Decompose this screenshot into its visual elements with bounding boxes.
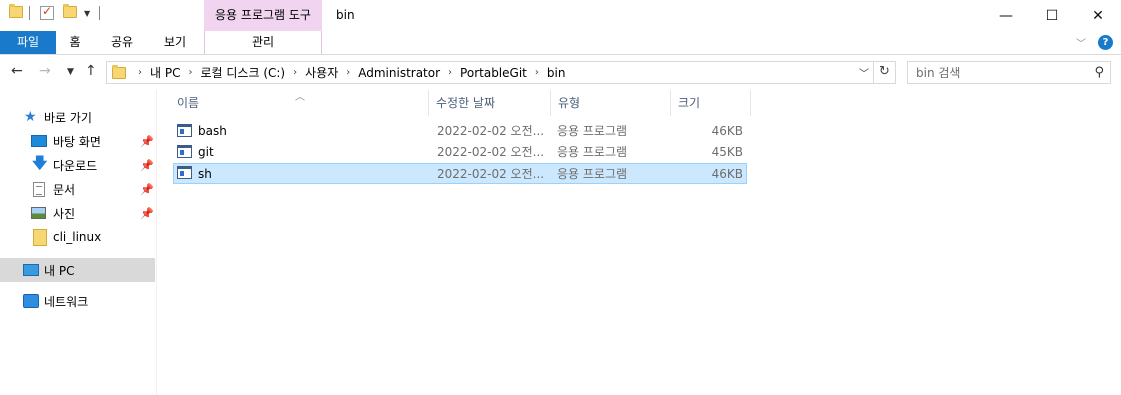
nav-item-downloads[interactable]: 🡇 다운로드 📌 [0, 153, 155, 177]
application-icon [177, 124, 192, 137]
chevron-right-icon[interactable]: › [346, 67, 350, 78]
download-icon: 🡇 [32, 153, 48, 172]
pin-icon: 📌 [140, 158, 154, 172]
quick-access-separator [99, 6, 100, 20]
chevron-down-icon[interactable]: ﹀ [859, 65, 869, 80]
breadcrumb-item[interactable]: PortableGit [460, 66, 527, 80]
file-size: 46KB [711, 124, 743, 138]
nav-item-label: 바로 가기 [44, 110, 92, 125]
file-size: 45KB [711, 145, 743, 159]
nav-item-pictures[interactable]: 사진 📌 [0, 201, 155, 225]
file-name: git [198, 145, 214, 159]
nav-item-label: 다운로드 [53, 158, 98, 173]
file-type: 응용 프로그램 [557, 167, 628, 181]
forward-button[interactable]: → [39, 63, 51, 79]
nav-item-label: 네트워크 [44, 294, 89, 309]
chevron-right-icon[interactable]: › [535, 67, 539, 78]
chevron-right-icon[interactable]: › [188, 67, 192, 78]
tab-home[interactable]: 홈 [62, 31, 88, 54]
nav-item-label: 사진 [53, 206, 76, 221]
expand-ribbon-icon[interactable]: ﹀ [1076, 35, 1086, 50]
customize-dropdown-icon[interactable]: ▼ [84, 9, 90, 18]
title-bar: ▼ 응용 프로그램 도구 bin — ☐ ✕ [0, 0, 1121, 31]
network-icon [23, 294, 39, 308]
breadcrumb-item[interactable]: 내 PC [150, 64, 180, 81]
nav-item-label: cli_linux [53, 230, 102, 244]
file-name: bash [198, 124, 227, 138]
file-modified: 2022-02-02 오전... [437, 124, 545, 138]
nav-item-quick-access[interactable]: ★ 바로 가기 [0, 105, 155, 129]
application-icon [177, 166, 192, 179]
file-name: sh [198, 167, 212, 181]
pc-icon [23, 264, 39, 276]
window-title: bin [336, 8, 355, 22]
file-size: 46KB [711, 167, 743, 181]
back-button[interactable]: ← [11, 63, 23, 79]
column-header-type[interactable]: 유형 [552, 90, 671, 116]
nav-item-label: 바탕 화면 [53, 134, 101, 149]
folder-icon [33, 228, 47, 246]
application-icon [177, 145, 192, 158]
nav-item-label: 문서 [53, 182, 76, 197]
tab-manage[interactable]: 관리 [204, 31, 322, 54]
nav-item-this-pc[interactable]: 내 PC [0, 258, 155, 282]
contextual-tab-group: 응용 프로그램 도구 [204, 0, 322, 31]
chevron-right-icon[interactable]: › [448, 67, 452, 78]
new-folder-icon[interactable] [63, 4, 77, 18]
address-bar[interactable]: › 내 PC › 로컬 디스크 (C:) › 사용자 › Administrat… [106, 61, 896, 84]
folder-icon [112, 64, 126, 79]
folder-icon [9, 4, 23, 18]
tab-share[interactable]: 공유 [104, 31, 140, 54]
breadcrumb-item[interactable]: bin [547, 66, 566, 80]
search-input[interactable] [916, 62, 1086, 83]
desktop-icon [31, 135, 47, 147]
recent-locations-icon[interactable]: ▼ [67, 67, 74, 77]
pictures-icon [31, 207, 46, 219]
chevron-right-icon[interactable]: › [293, 67, 297, 78]
refresh-icon[interactable]: ↻ [873, 62, 895, 83]
nav-item-desktop[interactable]: 바탕 화면 📌 [0, 129, 155, 153]
column-header-name[interactable]: 이름 [171, 90, 429, 116]
chevron-right-icon[interactable]: › [138, 67, 142, 78]
search-box[interactable]: ⚲ [907, 61, 1111, 84]
file-row-git[interactable]: git 2022-02-02 오전... 응용 프로그램 45KB [173, 142, 747, 163]
ribbon-tabs: 파일 홈 공유 보기 관리 ﹀ ? [0, 31, 1121, 55]
minimize-button[interactable]: — [983, 0, 1029, 31]
close-button[interactable]: ✕ [1075, 0, 1121, 31]
nav-item-network[interactable]: 네트워크 [0, 289, 155, 313]
navigation-pane: ★ 바로 가기 바탕 화면 📌 🡇 다운로드 📌 문서 📌 사진 📌 cli_l… [0, 90, 157, 395]
breadcrumb-item[interactable]: Administrator [358, 66, 440, 80]
maximize-button[interactable]: ☐ [1029, 0, 1075, 31]
file-row-bash[interactable]: bash 2022-02-02 오전... 응용 프로그램 46KB [173, 121, 747, 142]
breadcrumb-item[interactable]: 사용자 [305, 64, 338, 81]
file-type: 응용 프로그램 [557, 124, 628, 138]
file-type: 응용 프로그램 [557, 145, 628, 159]
file-list: ︿ 이름 수정한 날짜 유형 크기 bash 2022-02-02 오전... … [158, 90, 1121, 395]
tab-file[interactable]: 파일 [0, 31, 56, 54]
pin-icon: 📌 [140, 206, 154, 220]
pin-icon: 📌 [140, 134, 154, 148]
up-button[interactable]: ↑ [85, 63, 97, 79]
column-header-size[interactable]: 크기 [672, 90, 751, 116]
star-icon: ★ [24, 109, 37, 125]
nav-item-documents[interactable]: 문서 📌 [0, 177, 155, 201]
quick-access-separator [29, 6, 30, 20]
file-row-sh[interactable]: sh 2022-02-02 오전... 응용 프로그램 46KB [173, 163, 747, 184]
help-icon[interactable]: ? [1098, 35, 1113, 50]
column-header-modified[interactable]: 수정한 날짜 [430, 90, 551, 116]
tab-view[interactable]: 보기 [157, 31, 193, 54]
file-modified: 2022-02-02 오전... [437, 167, 545, 181]
pin-icon: 📌 [140, 182, 154, 196]
search-icon[interactable]: ⚲ [1094, 65, 1104, 80]
properties-icon[interactable] [40, 4, 54, 20]
file-modified: 2022-02-02 오전... [437, 145, 545, 159]
breadcrumb-item[interactable]: 로컬 디스크 (C:) [200, 64, 285, 81]
address-row: ← → ▼ ↑ › 내 PC › 로컬 디스크 (C:) › 사용자 › Adm… [0, 55, 1121, 90]
nav-item-label: 내 PC [44, 263, 75, 278]
nav-item-cli-linux[interactable]: cli_linux [0, 225, 155, 249]
document-icon [33, 181, 45, 197]
